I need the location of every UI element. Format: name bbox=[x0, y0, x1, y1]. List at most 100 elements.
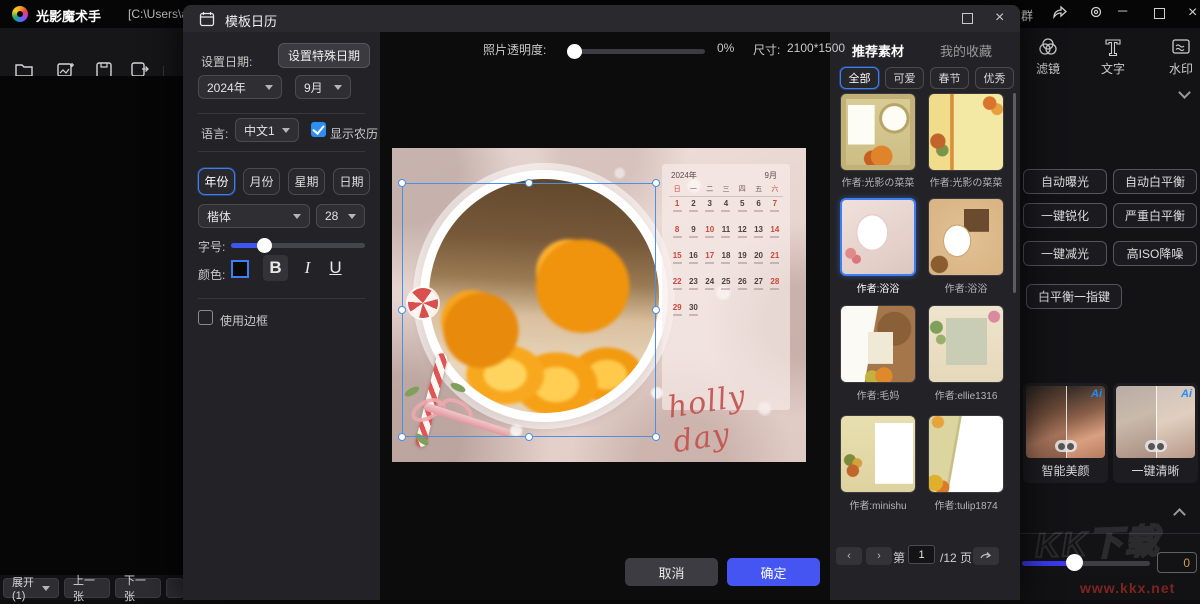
template-calendar-dialog: 模板日历 × 设置日期: 设置特殊日期 2024年 9月 语言: 中文1 显示农… bbox=[183, 5, 1020, 600]
language-dropdown[interactable]: 中文1 bbox=[235, 118, 299, 142]
calendar-template-preview[interactable]: 2024年 9月 日一二三四五六 12345678910111213141516… bbox=[392, 148, 806, 462]
calendar-icon bbox=[199, 11, 215, 32]
smart-beauty-label: 智能美颜 bbox=[1023, 462, 1108, 479]
font-size-dropdown[interactable]: 28 bbox=[316, 204, 365, 228]
one-key-clarity-card[interactable]: Ai 一键清晰 bbox=[1113, 383, 1198, 483]
template-thumb-5[interactable] bbox=[840, 305, 916, 383]
watermark-site: www.kkx.net bbox=[1080, 580, 1175, 596]
dialog-titlebar[interactable]: 模板日历 × bbox=[183, 5, 1020, 32]
minimize-button[interactable]: ─ bbox=[1118, 3, 1127, 18]
before-after-thumb: Ai bbox=[1026, 386, 1105, 458]
chevron-down-icon bbox=[293, 214, 301, 219]
selection-handle[interactable] bbox=[525, 433, 533, 441]
opacity-value: 0% bbox=[717, 41, 734, 55]
cancel-button[interactable]: 取消 bbox=[625, 558, 718, 586]
divider bbox=[198, 298, 365, 299]
selection-handle[interactable] bbox=[652, 179, 660, 187]
one-key-dim-button[interactable]: 一键减光 bbox=[1023, 241, 1107, 266]
set-special-date-button[interactable]: 设置特殊日期 bbox=[278, 43, 370, 68]
share-icon[interactable] bbox=[1051, 4, 1068, 24]
show-lunar-label: 显示农历 bbox=[330, 125, 378, 142]
show-lunar-checkbox[interactable] bbox=[311, 122, 326, 137]
filter-tab-cute[interactable]: 可爱 bbox=[885, 67, 924, 89]
color-swatch[interactable] bbox=[231, 260, 249, 278]
severe-whitebalance-button[interactable]: 严重白平衡 bbox=[1113, 203, 1197, 228]
template-thumb-6[interactable] bbox=[928, 305, 1004, 383]
filter-tab-springfestival[interactable]: 春节 bbox=[930, 67, 969, 89]
next-image-button[interactable]: 下一张 bbox=[115, 578, 161, 598]
opacity-slider-thumb[interactable] bbox=[567, 44, 582, 59]
template-author: 作者:ellie1316 bbox=[921, 387, 1011, 402]
unit-tab-day[interactable]: 日期 bbox=[333, 168, 370, 195]
prev-image-button[interactable]: 上一张 bbox=[64, 578, 110, 598]
hidden-button-sliver[interactable] bbox=[166, 578, 184, 598]
fontsize-label: 字号: bbox=[198, 238, 225, 255]
language-label: 语言: bbox=[201, 125, 228, 142]
unit-tab-month[interactable]: 月份 bbox=[243, 168, 280, 195]
italic-button[interactable]: I bbox=[295, 255, 320, 281]
page-prev-button[interactable]: ‹ bbox=[836, 547, 862, 565]
selection-handle[interactable] bbox=[652, 433, 660, 441]
app-title: 光影魔术手 bbox=[36, 6, 101, 25]
group-label[interactable]: 群 bbox=[1021, 7, 1033, 24]
fontsize-slider-thumb[interactable] bbox=[257, 238, 272, 253]
unit-tab-week[interactable]: 星期 bbox=[288, 168, 325, 195]
settings-gear-icon[interactable] bbox=[1088, 4, 1104, 23]
selection-handle[interactable] bbox=[398, 433, 406, 441]
page-go-button[interactable] bbox=[973, 547, 999, 565]
section-collapse-chevron[interactable] bbox=[1178, 86, 1191, 99]
go-arrow-icon bbox=[980, 551, 992, 561]
maximize-button[interactable] bbox=[1154, 8, 1165, 19]
template-thumb-4[interactable] bbox=[928, 198, 1004, 276]
use-border-checkbox[interactable] bbox=[198, 310, 213, 325]
mini-calendar-month: 9月 bbox=[765, 170, 777, 181]
template-thumb-2[interactable] bbox=[928, 93, 1004, 171]
page-number-input[interactable]: 1 bbox=[908, 545, 935, 564]
template-thumb-7[interactable] bbox=[840, 415, 916, 493]
font-dropdown[interactable]: 楷体 bbox=[198, 204, 310, 228]
ai-badge: Ai bbox=[1181, 388, 1192, 400]
selection-handle[interactable] bbox=[398, 179, 406, 187]
filter-tab-excellent[interactable]: 优秀 bbox=[975, 67, 1014, 89]
bold-button[interactable]: B bbox=[263, 255, 288, 281]
mini-calendar-weekdays: 日一二三四五六 bbox=[669, 184, 783, 197]
expand-button[interactable]: 展开(1) bbox=[3, 578, 59, 598]
one-key-sharpen-button[interactable]: 一键锐化 bbox=[1023, 203, 1107, 228]
whitebalance-one-touch-button[interactable]: 白平衡一指键 bbox=[1026, 284, 1122, 309]
template-thumb-1[interactable] bbox=[840, 93, 916, 171]
auto-exposure-button[interactable]: 自动曝光 bbox=[1023, 169, 1107, 194]
adjust-value-box[interactable]: 0 bbox=[1157, 552, 1197, 573]
opacity-slider[interactable] bbox=[571, 49, 705, 54]
filters-tool[interactable]: 滤镜 bbox=[1025, 36, 1071, 78]
year-dropdown[interactable]: 2024年 bbox=[198, 75, 282, 99]
template-thumb-8[interactable] bbox=[928, 415, 1004, 493]
close-button[interactable]: × bbox=[1188, 4, 1197, 22]
selection-handle[interactable] bbox=[398, 306, 406, 314]
main-canvas-empty bbox=[0, 76, 183, 575]
underline-button[interactable]: U bbox=[323, 255, 348, 281]
template-author: 作者:minishu bbox=[833, 497, 923, 512]
month-dropdown[interactable]: 9月 bbox=[295, 75, 351, 99]
photo-selection-rect[interactable] bbox=[402, 183, 656, 437]
ok-button[interactable]: 确定 bbox=[727, 558, 820, 586]
scrollbar[interactable] bbox=[1013, 93, 1016, 293]
section-expand-chevron[interactable] bbox=[1173, 508, 1186, 521]
template-thumb-3-selected[interactable] bbox=[840, 198, 916, 276]
selection-handle[interactable] bbox=[525, 179, 533, 187]
auto-whitebalance-button[interactable]: 自动白平衡 bbox=[1113, 169, 1197, 194]
tab-recommended[interactable]: 推荐素材 bbox=[852, 41, 904, 60]
filter-tab-all[interactable]: 全部 bbox=[840, 67, 879, 89]
text-tool[interactable]: 文字 bbox=[1090, 36, 1136, 78]
smart-beauty-card[interactable]: Ai 智能美颜 bbox=[1023, 383, 1108, 483]
tab-favorites[interactable]: 我的收藏 bbox=[940, 41, 992, 60]
high-iso-denoise-button[interactable]: 高ISO降噪 bbox=[1113, 241, 1197, 266]
watermark-image-icon bbox=[1170, 36, 1192, 58]
page-next-button[interactable]: › bbox=[866, 547, 892, 565]
selection-handle[interactable] bbox=[652, 306, 660, 314]
unit-tab-year[interactable]: 年份 bbox=[198, 168, 235, 195]
chevron-down-icon bbox=[282, 128, 290, 133]
template-author: 作者:tulip1874 bbox=[921, 497, 1011, 512]
watermark-tool[interactable]: 水印 bbox=[1158, 36, 1200, 78]
dialog-close-button[interactable]: × bbox=[995, 9, 1004, 27]
dialog-maximize-button[interactable] bbox=[962, 13, 973, 24]
